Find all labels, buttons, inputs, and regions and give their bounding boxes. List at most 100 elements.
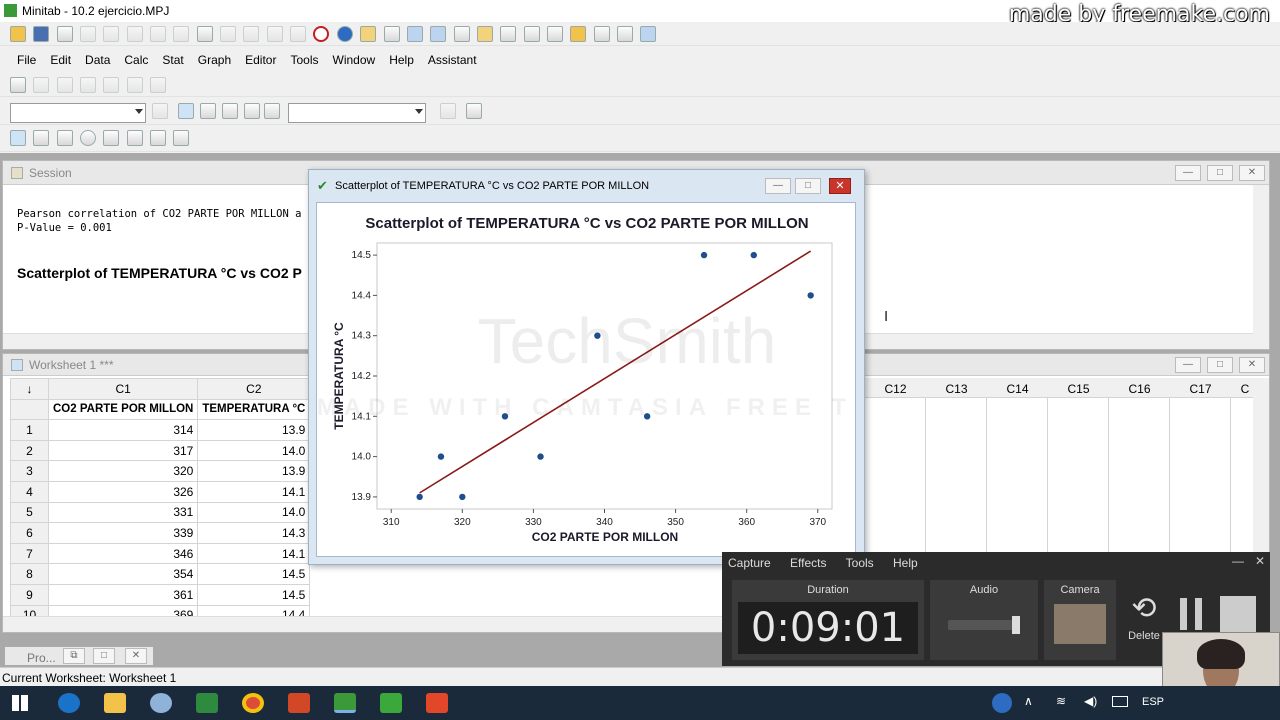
marker-icon[interactable]: [126, 130, 143, 146]
plant-flag-icon[interactable]: [244, 103, 260, 119]
polyline-icon[interactable]: [150, 130, 167, 146]
select-arrow-icon[interactable]: [10, 130, 26, 146]
insert-rows-icon[interactable]: [56, 77, 73, 93]
cell[interactable]: 14.1: [197, 480, 311, 503]
graphs-folder-icon[interactable]: [500, 26, 517, 42]
text-icon[interactable]: [33, 130, 50, 146]
menu-editor[interactable]: Editor: [238, 48, 283, 72]
brush-icon[interactable]: [126, 77, 143, 93]
maximize-button[interactable]: □: [795, 178, 821, 194]
menu-calc[interactable]: Calc: [117, 48, 155, 72]
col-header-c14[interactable]: C14: [987, 378, 1048, 397]
cell[interactable]: 13.9: [197, 419, 311, 441]
help-icon[interactable]: [336, 26, 353, 42]
brush-tool-icon[interactable]: [200, 103, 216, 119]
close-button[interactable]: ✕: [1239, 165, 1265, 181]
keyboard-icon[interactable]: [1112, 696, 1128, 707]
start-windows-icon[interactable]: [12, 695, 28, 711]
cell[interactable]: 14.1: [197, 542, 311, 565]
cell[interactable]: 14.0: [197, 439, 311, 462]
polygon-icon[interactable]: [173, 130, 190, 146]
minimize-button[interactable]: —: [765, 178, 791, 194]
recorder-menu-effects[interactable]: Effects: [790, 556, 826, 570]
cut-icon[interactable]: [80, 26, 97, 42]
table-row[interactable]: 4 326 14.1: [10, 480, 311, 503]
recorder-close-icon[interactable]: ✕: [1255, 554, 1265, 568]
recorder-minimize-icon[interactable]: —: [1232, 554, 1244, 568]
audio-level-slider[interactable]: [948, 620, 1018, 630]
col-header-c2[interactable]: C2: [197, 378, 311, 400]
col-name-c1[interactable]: CO2 PARTE POR MILLON: [47, 398, 199, 421]
recorder-menu-help[interactable]: Help: [893, 556, 918, 570]
delete-button[interactable]: ⟲ Delete: [1124, 594, 1164, 644]
cell[interactable]: 320: [47, 460, 199, 482]
recorder-menu-tools[interactable]: Tools: [846, 556, 874, 570]
maximize-button[interactable]: □: [1207, 357, 1233, 373]
redo-icon[interactable]: [173, 26, 190, 42]
chevron-up-icon[interactable]: ∧: [1024, 694, 1033, 708]
table-row[interactable]: 5 331 14.0: [10, 501, 311, 524]
restore-button[interactable]: ⧉: [63, 648, 85, 664]
close-all-graphs-icon[interactable]: [640, 26, 657, 42]
cancel-icon[interactable]: [313, 26, 330, 42]
cell[interactable]: 331: [47, 501, 199, 524]
menu-file[interactable]: File: [10, 48, 43, 72]
insert-cells-icon[interactable]: [33, 77, 50, 93]
clear-icon[interactable]: [150, 77, 167, 93]
ellipse-icon[interactable]: [80, 130, 97, 146]
arrow-down-icon[interactable]: [243, 26, 260, 42]
cell[interactable]: 339: [47, 522, 199, 544]
table-row[interactable]: 6 339 14.3: [10, 522, 311, 544]
cell[interactable]: 14.5: [197, 563, 311, 585]
delete-icon[interactable]: [440, 103, 456, 119]
font-combo[interactable]: [288, 103, 426, 123]
recorder-menu-capture[interactable]: Capture: [728, 556, 771, 570]
paint-icon[interactable]: [150, 693, 172, 713]
language-indicator[interactable]: ESP: [1142, 696, 1164, 708]
chrome-icon[interactable]: [242, 693, 264, 713]
file-explorer-icon[interactable]: [104, 693, 126, 713]
zoom-pan-icon[interactable]: [264, 103, 280, 119]
camtasia-icon[interactable]: [380, 693, 402, 713]
select-icon[interactable]: [178, 103, 194, 119]
move-columns-icon[interactable]: [103, 77, 120, 93]
col-header-c1[interactable]: C1: [47, 378, 199, 400]
close-button[interactable]: ✕: [1239, 357, 1265, 373]
network-icon[interactable]: ≋: [1056, 694, 1066, 708]
columns-icon[interactable]: [616, 26, 633, 42]
menu-edit[interactable]: Edit: [43, 48, 78, 72]
rectangle-icon[interactable]: [56, 130, 73, 146]
menu-data[interactable]: Data: [78, 48, 117, 72]
replace-icon[interactable]: [290, 26, 307, 42]
close-button[interactable]: ✕: [829, 178, 851, 194]
project-manager-icon[interactable]: [383, 26, 400, 42]
arrow-up-icon[interactable]: [220, 26, 237, 42]
search-icon[interactable]: [466, 103, 482, 119]
history-icon[interactable]: [476, 26, 493, 42]
table-row[interactable]: 8 354 14.5: [10, 563, 311, 585]
maximize-button[interactable]: □: [1207, 165, 1233, 181]
table-row[interactable]: 7 346 14.1: [10, 542, 311, 565]
camtasia-recorder-icon[interactable]: [426, 693, 448, 713]
col-header-c13[interactable]: C13: [926, 378, 987, 397]
menu-stat[interactable]: Stat: [155, 48, 190, 72]
edit-last-dialog-icon[interactable]: [196, 26, 213, 42]
maximize-button[interactable]: □: [93, 648, 115, 664]
menu-tools[interactable]: Tools: [283, 48, 325, 72]
cell[interactable]: 326: [47, 480, 199, 503]
menu-assistant[interactable]: Assistant: [421, 48, 484, 72]
worksheet-grid[interactable]: ↓ C1 C2 CO2 PARTE POR MILLON TEMPERATURA…: [10, 378, 311, 627]
undo-icon[interactable]: [150, 26, 167, 42]
worksheet-icon[interactable]: [593, 26, 610, 42]
pause-icon[interactable]: [1180, 598, 1202, 630]
table-row[interactable]: 1 314 13.9: [10, 419, 311, 441]
find-icon[interactable]: [266, 26, 283, 42]
paste-icon[interactable]: [126, 26, 143, 42]
report-pad-icon[interactable]: [523, 26, 540, 42]
print-icon[interactable]: [56, 26, 73, 42]
cell[interactable]: 354: [47, 563, 199, 585]
col-name-c2[interactable]: TEMPERATURA °C: [197, 398, 311, 421]
cell[interactable]: 14.3: [197, 522, 311, 544]
session-vscrollbar[interactable]: [1253, 185, 1269, 335]
design-icon[interactable]: [570, 26, 587, 42]
